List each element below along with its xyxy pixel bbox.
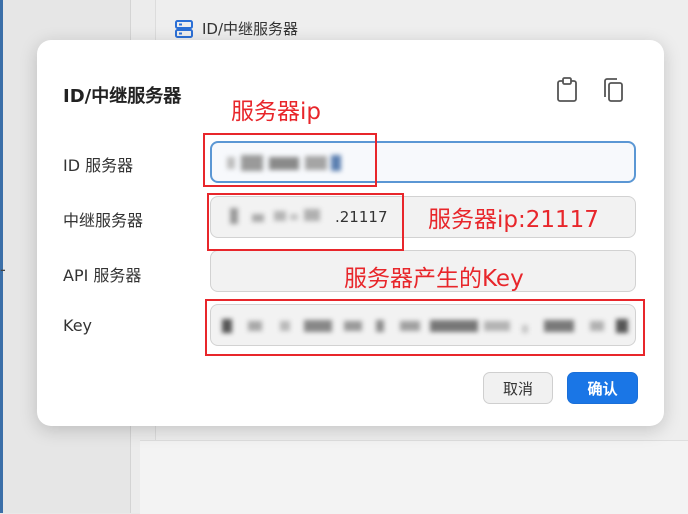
api-server-label: API 服务器 xyxy=(63,266,142,285)
dialog-title: ID/中继服务器 xyxy=(63,86,182,107)
relay-server-label: 中继服务器 xyxy=(63,211,144,230)
relay-server-input[interactable] xyxy=(210,196,636,238)
cancel-button[interactable]: 取消 xyxy=(483,372,553,404)
id-server-label: ID 服务器 xyxy=(63,156,134,175)
background-header-title: ID/中继服务器 xyxy=(202,20,299,38)
confirm-button[interactable]: 确认 xyxy=(567,372,638,404)
background-left-text: - xyxy=(0,260,6,279)
background-lower-panel xyxy=(140,440,688,514)
server-settings-dialog: ID/中继服务器 ID 服务器 中继服务器 .21117 API 服务器 Key xyxy=(37,40,664,426)
key-input[interactable] xyxy=(210,304,636,346)
clipboard-icon[interactable] xyxy=(555,76,579,104)
background-section-header[interactable]: ID/中继服务器 xyxy=(174,18,298,39)
key-label: Key xyxy=(63,316,93,335)
background-window-edge xyxy=(0,0,3,513)
relay-server-port-value: .21117 xyxy=(335,208,388,226)
copy-icon[interactable] xyxy=(601,76,625,104)
server-icon xyxy=(175,19,193,38)
api-server-input[interactable] xyxy=(210,250,636,292)
id-server-input[interactable] xyxy=(210,141,636,183)
